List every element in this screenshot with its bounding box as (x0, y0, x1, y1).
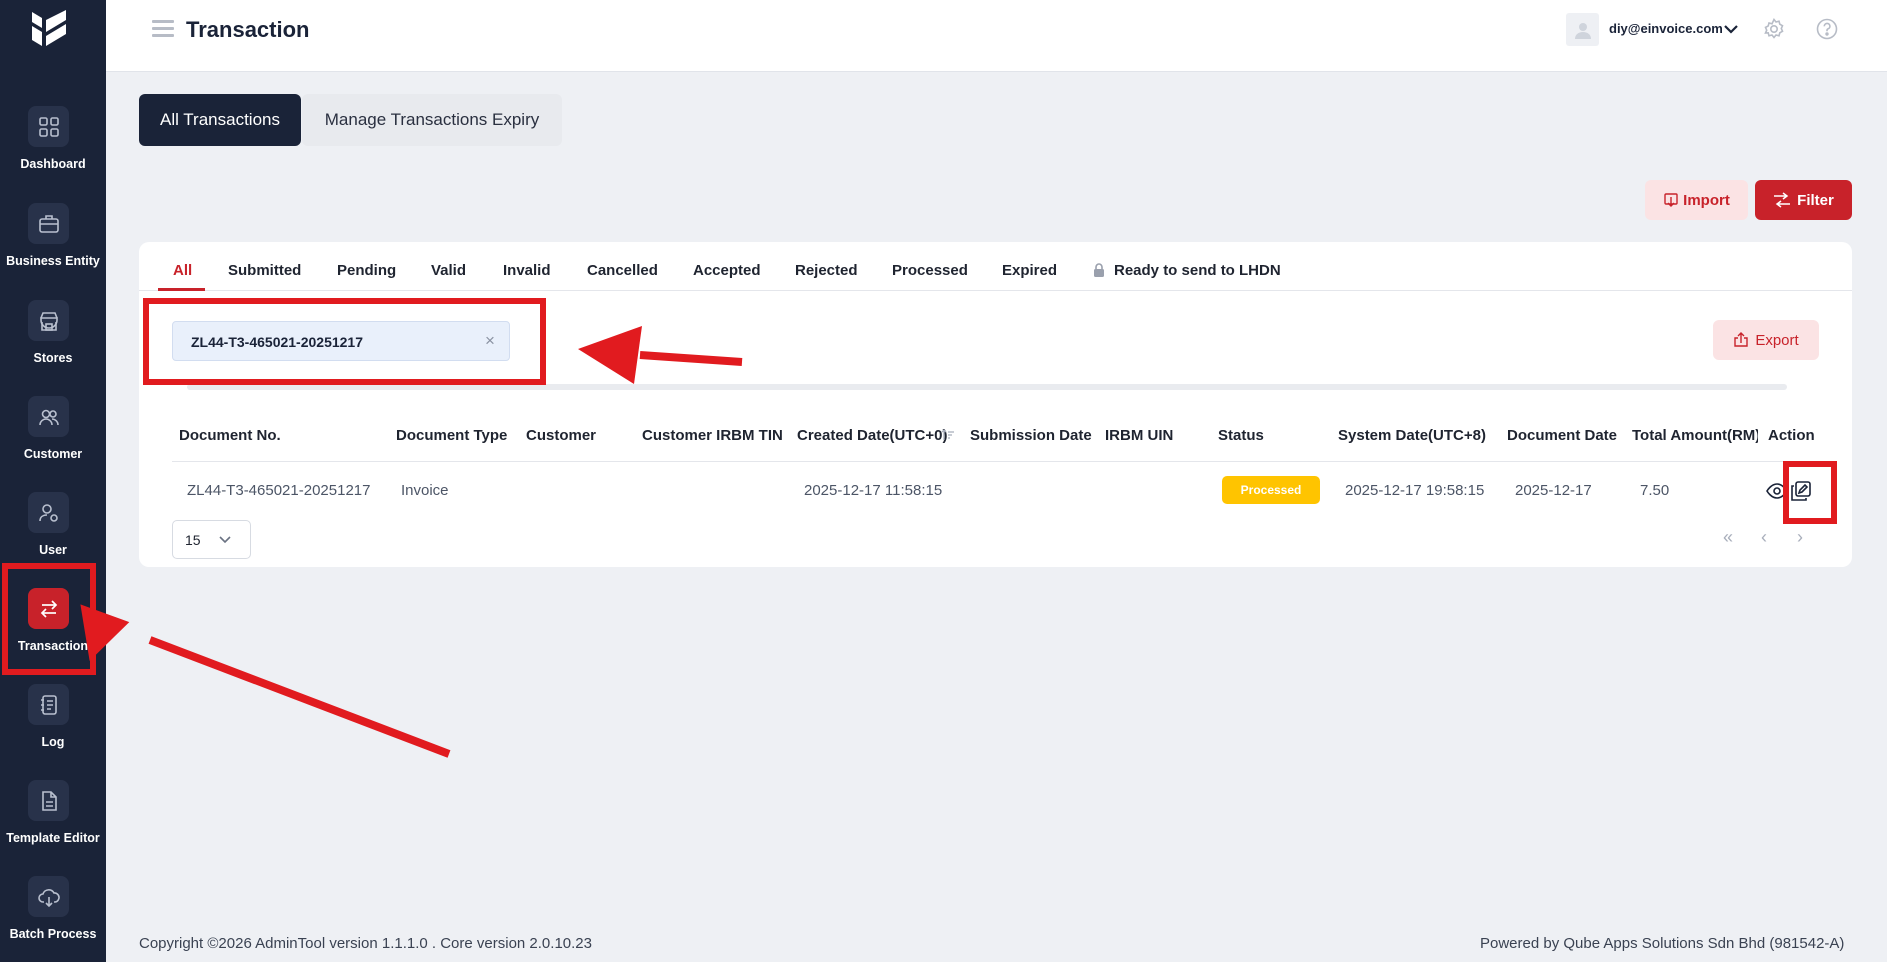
status-tab-accepted[interactable]: Accepted (693, 262, 761, 279)
next-page-icon[interactable]: › (1789, 526, 1811, 548)
sidebar-item-dashboard[interactable]: Dashboard (0, 106, 106, 194)
app-logo (32, 10, 66, 46)
sidebar-item-label: Template Editor (6, 831, 100, 845)
cloud-download-icon (28, 876, 69, 917)
sidebar-item-label: Dashboard (20, 157, 86, 171)
column-header-customer-tin[interactable]: Customer IRBM TIN (642, 427, 783, 444)
status-badge: Processed (1222, 476, 1320, 504)
export-button[interactable]: Export (1713, 320, 1819, 360)
annotation-box-transaction (2, 563, 96, 675)
tab-all-transactions[interactable]: All Transactions (139, 94, 301, 146)
sidebar: Dashboard Business Entity Stores Custome… (0, 0, 106, 962)
help-icon[interactable] (1815, 17, 1839, 41)
annotation-box-action (1783, 461, 1837, 524)
cell-document-type: Invoice (401, 482, 449, 499)
prev-page-icon[interactable]: ‹ (1753, 526, 1775, 548)
export-label: Export (1755, 331, 1799, 349)
column-header-irbm-uin[interactable]: IRBM UIN (1105, 427, 1173, 444)
status-tab-submitted[interactable]: Submitted (228, 262, 301, 279)
user-icon (1574, 22, 1591, 39)
user-gear-icon (28, 492, 69, 533)
document-icon (28, 780, 69, 821)
sidebar-item-log[interactable]: Log (0, 684, 106, 772)
sidebar-item-label: Stores (33, 351, 73, 365)
status-tab-invalid[interactable]: Invalid (503, 262, 551, 279)
status-tab-pending[interactable]: Pending (337, 262, 396, 279)
annotation-arrow-transaction-shaft (148, 636, 451, 758)
footer-copyright: Copyright ©2026 AdminTool version 1.1.1.… (139, 935, 592, 952)
sidebar-item-stores[interactable]: Stores (0, 300, 106, 388)
annotation-box-search (143, 298, 546, 385)
menu-icon[interactable] (152, 20, 174, 38)
column-header-document-date[interactable]: Document Date (1507, 427, 1617, 444)
column-header-action: Action (1768, 427, 1815, 444)
status-tab-processed[interactable]: Processed (892, 262, 968, 279)
status-tab-rejected[interactable]: Rejected (795, 262, 858, 279)
import-button[interactable]: Import (1645, 180, 1748, 220)
sidebar-item-label: Customer (23, 447, 83, 461)
sort-icon[interactable] (941, 428, 955, 442)
users-icon (28, 396, 69, 437)
cell-system-date: 2025-12-17 19:58:15 (1345, 482, 1485, 499)
grid-icon (28, 106, 69, 147)
top-header: Transaction diy@einvoice.com (106, 0, 1887, 72)
transactions-card: All Submitted Pending Valid Invalid Canc… (139, 242, 1852, 567)
notebook-icon (28, 684, 69, 725)
store-icon (28, 300, 69, 341)
import-label: Import (1683, 191, 1730, 209)
column-header-customer[interactable]: Customer (526, 427, 596, 444)
page-size-value: 15 (185, 532, 201, 548)
avatar[interactable] (1566, 13, 1599, 46)
filter-icon (1774, 192, 1791, 208)
gear-icon[interactable] (1762, 17, 1786, 41)
column-header-submission-date[interactable]: Submission Date (970, 427, 1092, 444)
filter-label: Filter (1797, 191, 1834, 209)
sidebar-item-label: User (39, 543, 67, 557)
sidebar-item-label: Business Entity (6, 254, 100, 268)
footer-powered-by: Powered by Qube Apps Solutions Sdn Bhd (… (1480, 935, 1845, 952)
page-title: Transaction (186, 17, 310, 42)
sidebar-item-customer[interactable]: Customer (0, 396, 106, 484)
column-header-status[interactable]: Status (1218, 427, 1264, 444)
first-page-icon[interactable]: « (1717, 526, 1739, 548)
column-header-total-amount[interactable]: Total Amount(RM) (1632, 427, 1758, 444)
lock-icon (1094, 263, 1104, 277)
cell-total-amount: 7.50 (1640, 482, 1670, 499)
column-header-document-type[interactable]: Document Type (396, 427, 507, 444)
sidebar-item-label: Batch Process (9, 927, 97, 941)
cell-document-no: ZL44-T3-465021-20251217 (187, 482, 371, 499)
tab-manage-transactions-expiry[interactable]: Manage Transactions Expiry (302, 94, 562, 146)
cell-created-date: 2025-12-17 11:58:15 (804, 482, 943, 499)
status-tab-all[interactable]: All (173, 262, 192, 279)
page-size-select[interactable]: 15 (172, 520, 251, 559)
status-tab-expired[interactable]: Expired (1002, 262, 1057, 279)
column-header-document-no[interactable]: Document No. (179, 427, 281, 444)
sidebar-item-batch-process[interactable]: Batch Process (0, 876, 106, 962)
table-header-divider (172, 461, 1819, 462)
filter-button[interactable]: Filter (1755, 180, 1852, 220)
briefcase-icon (28, 203, 69, 244)
import-icon (1664, 193, 1678, 207)
status-tabs: All Submitted Pending Valid Invalid Canc… (139, 242, 1852, 291)
sidebar-item-business-entity[interactable]: Business Entity (0, 203, 106, 291)
column-header-system-date[interactable]: System Date(UTC+8) (1338, 427, 1486, 444)
sidebar-item-label: Log (41, 735, 65, 749)
export-icon (1734, 332, 1749, 347)
column-header-created-date[interactable]: Created Date(UTC+0) (797, 427, 947, 444)
status-tab-ready-to-send[interactable]: Ready to send to LHDN (1114, 262, 1281, 279)
status-tab-valid[interactable]: Valid (431, 262, 466, 279)
cell-document-date: 2025-12-17 (1515, 482, 1592, 499)
sidebar-item-template-editor[interactable]: Template Editor (0, 780, 106, 868)
chevron-down-icon[interactable] (1722, 20, 1740, 38)
status-tab-cancelled[interactable]: Cancelled (587, 262, 658, 279)
chevron-down-icon (219, 536, 231, 544)
active-tab-indicator (158, 288, 205, 291)
user-email[interactable]: diy@einvoice.com (1609, 21, 1723, 36)
